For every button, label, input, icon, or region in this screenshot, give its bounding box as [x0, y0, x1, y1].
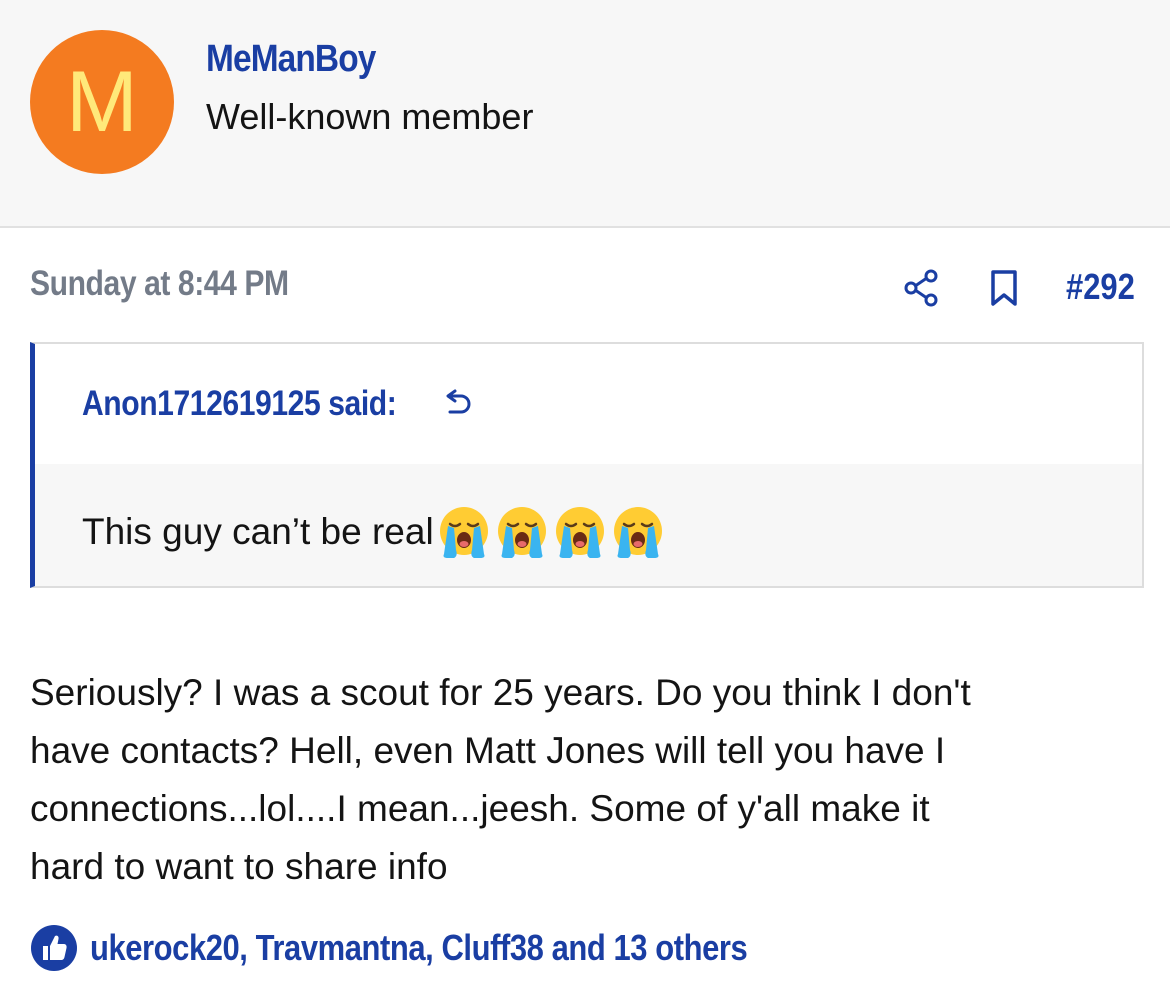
message-line: hard to want to share info	[30, 846, 448, 887]
quote-text: This guy can’t be real	[82, 511, 434, 552]
loudly-crying-face-icon	[497, 507, 546, 558]
message-line: connections...lol....I mean...jeesh. Som…	[30, 788, 930, 829]
post-message: Seriously? I was a scout for 25 years. D…	[30, 664, 1150, 896]
reactions-bar: ukerock20, Travmantna, Cluff38 and 13 ot…	[30, 924, 854, 972]
quote-header: Anon1712619125 said:	[35, 344, 1142, 464]
thumbs-up-icon[interactable]	[30, 924, 78, 972]
user-header: M MeManBoy Well-known member	[0, 0, 1170, 228]
loudly-crying-face-icon	[439, 507, 488, 558]
avatar[interactable]: M	[30, 30, 174, 174]
quote-body: This guy can’t be real	[82, 504, 666, 560]
username[interactable]: MeManBoy	[206, 38, 376, 81]
emoji-row	[434, 504, 666, 560]
user-title: Well-known member	[206, 96, 534, 137]
reply-arrow-icon[interactable]	[441, 388, 475, 422]
share-icon[interactable]	[903, 268, 939, 308]
reaction-users-link[interactable]: ukerock20, Travmantna, Cluff38 and 13 ot…	[90, 927, 748, 969]
message-line: have contacts? Hell, even Matt Jones wil…	[30, 730, 946, 771]
loudly-crying-face-icon	[555, 507, 604, 558]
bookmark-icon[interactable]	[989, 268, 1019, 308]
post-date[interactable]: Sunday at 8:44 PM	[30, 264, 289, 304]
quote-author[interactable]: Anon1712619125 said:	[82, 384, 397, 424]
quote-block: Anon1712619125 said: This guy can’t be r…	[30, 342, 1144, 588]
message-line: Seriously? I was a scout for 25 years. D…	[30, 672, 971, 713]
post-number-link[interactable]: #292	[1066, 266, 1135, 308]
loudly-crying-face-icon	[613, 507, 662, 558]
